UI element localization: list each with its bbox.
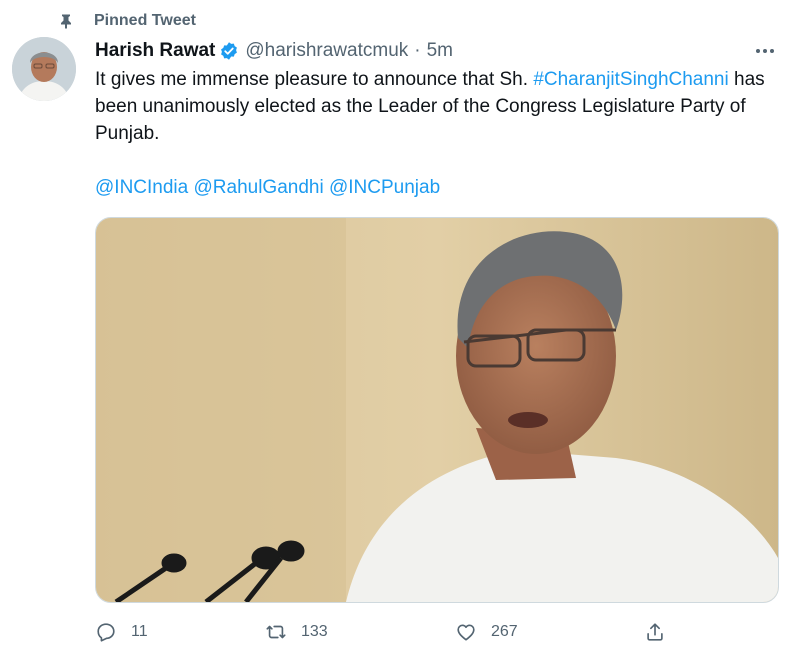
share-button[interactable]	[644, 618, 666, 646]
avatar[interactable]	[12, 37, 76, 101]
more-button[interactable]	[748, 38, 782, 64]
mention-link[interactable]: @RahulGandhi	[194, 177, 324, 198]
tweet-text: It gives me immense pleasure to announce…	[95, 66, 785, 201]
reply-button[interactable]: 11	[95, 618, 148, 646]
like-count: 267	[491, 623, 518, 640]
separator-dot: ·	[414, 40, 421, 61]
mentions-line: @INCIndia @RahulGandhi @INCPunjab	[95, 174, 785, 201]
hashtag-link[interactable]: #CharanjitSinghChanni	[533, 69, 728, 90]
pinned-tweet-indicator: Pinned Tweet	[58, 9, 196, 33]
pin-icon	[61, 14, 71, 29]
like-button[interactable]: 267	[455, 618, 518, 646]
author-handle[interactable]: @harishrawatcmuk	[245, 40, 408, 62]
mention-link[interactable]: @INCPunjab	[329, 177, 440, 198]
heart-icon	[457, 624, 475, 641]
reply-count: 11	[131, 623, 148, 640]
reply-icon	[97, 623, 115, 642]
verified-badge-icon	[221, 42, 238, 60]
tweet-header: Harish Rawat @harishrawatcmuk · 5m	[95, 38, 453, 64]
tweet-actions: 11 133 267	[95, 618, 785, 646]
tweet-text-prefix: It gives me immense pleasure to announce…	[95, 69, 529, 90]
pinned-label: Pinned Tweet	[94, 12, 196, 29]
retweet-count: 133	[301, 623, 328, 640]
tweet-body: It gives me immense pleasure to announce…	[95, 66, 785, 147]
author-name[interactable]: Harish Rawat	[95, 40, 215, 62]
more-horizontal-icon	[756, 49, 774, 53]
retweet-icon	[266, 625, 286, 639]
share-icon	[647, 623, 663, 641]
tweet-timestamp[interactable]: 5m	[427, 40, 453, 62]
tweet-media-photo[interactable]	[95, 217, 779, 603]
mention-link[interactable]: @INCIndia	[95, 177, 188, 198]
retweet-button[interactable]: 133	[265, 618, 328, 646]
